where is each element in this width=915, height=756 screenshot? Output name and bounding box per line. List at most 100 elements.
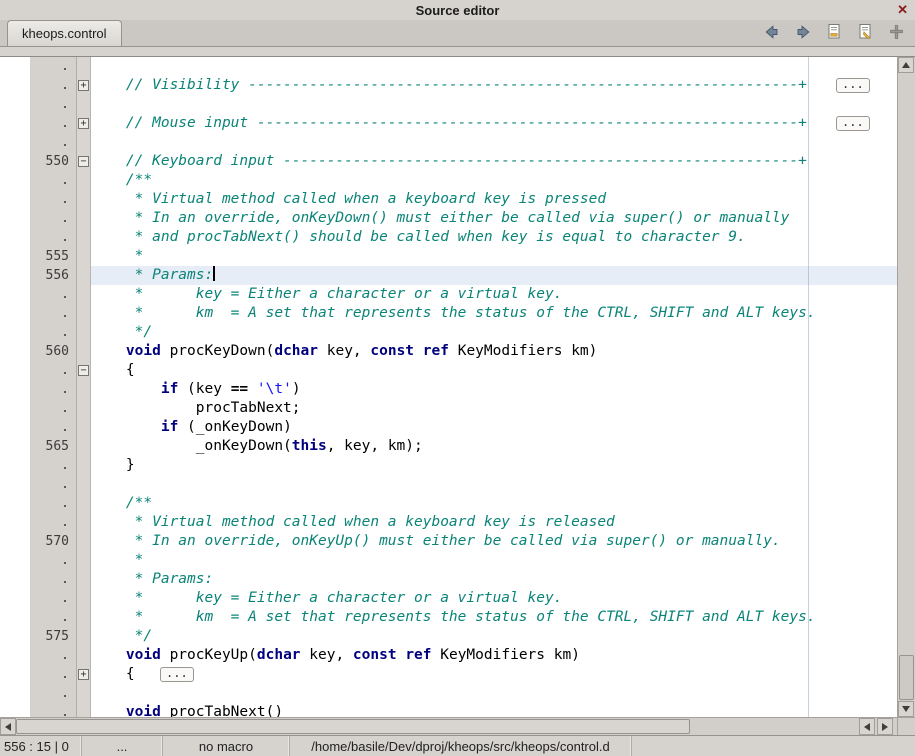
code-line-text[interactable]: * Virtual method called when a keyboard … bbox=[91, 190, 897, 209]
code-line-text[interactable]: * In an override, onKeyDown() must eithe… bbox=[91, 209, 897, 228]
horizontal-scrollbar-thumb[interactable] bbox=[16, 719, 690, 734]
code-line-text[interactable]: /** bbox=[91, 494, 897, 513]
horizontal-scrollbar[interactable] bbox=[0, 717, 897, 735]
document-button-1[interactable] bbox=[823, 23, 845, 45]
code-line[interactable]: . /** bbox=[0, 171, 897, 190]
code-line-text[interactable]: void procTabNext() bbox=[91, 703, 897, 717]
code-line[interactable]: .+ // Visibility -----------------------… bbox=[0, 76, 897, 95]
gutter-cell: . bbox=[0, 380, 76, 399]
scroll-down-button[interactable] bbox=[898, 701, 914, 717]
code-line[interactable]: . * Virtual method called when a keyboar… bbox=[0, 513, 897, 532]
code-line-text[interactable]: if (_onKeyDown) bbox=[91, 418, 897, 437]
code-line-text[interactable] bbox=[91, 133, 897, 152]
code-line[interactable]: . bbox=[0, 133, 897, 152]
code-line-text[interactable]: * bbox=[91, 247, 897, 266]
code-line[interactable]: 570 * In an override, onKeyUp() must eit… bbox=[0, 532, 897, 551]
code-line[interactable]: . * In an override, onKeyDown() must eit… bbox=[0, 209, 897, 228]
code-line[interactable]: . * and procTabNext() should be called w… bbox=[0, 228, 897, 247]
fold-ellipsis[interactable]: ... bbox=[836, 116, 870, 131]
code-line-text[interactable]: * Params: bbox=[91, 570, 897, 589]
code-line-text[interactable] bbox=[91, 475, 897, 494]
fold-column bbox=[76, 684, 91, 703]
fold-expand-icon[interactable]: + bbox=[78, 118, 89, 129]
code-line[interactable]: . void procKeyUp(dchar key, const ref Ke… bbox=[0, 646, 897, 665]
code-token bbox=[91, 647, 126, 663]
code-line[interactable]: . * key = Either a character or a virtua… bbox=[0, 285, 897, 304]
code-line[interactable]: 556 * Params: bbox=[0, 266, 897, 285]
code-line-text[interactable]: {... bbox=[91, 665, 897, 684]
code-line[interactable]: . bbox=[0, 684, 897, 703]
code-line-text[interactable]: procTabNext; bbox=[91, 399, 897, 418]
code-line-text[interactable]: // Visibility --------------------------… bbox=[91, 76, 897, 95]
document-button-2[interactable] bbox=[854, 23, 876, 45]
code-line[interactable]: . void procTabNext() bbox=[0, 703, 897, 717]
code-line-text[interactable]: * In an override, onKeyUp() must either … bbox=[91, 532, 897, 551]
code-line[interactable]: . if (key == '\t') bbox=[0, 380, 897, 399]
code-line-text[interactable]: _onKeyDown(this, key, km); bbox=[91, 437, 897, 456]
scroll-up-button[interactable] bbox=[898, 57, 914, 73]
code-line[interactable]: . * bbox=[0, 551, 897, 570]
scroll-left-button[interactable] bbox=[0, 718, 16, 735]
code-line-text[interactable]: { bbox=[91, 361, 897, 380]
code-line[interactable]: 575 */ bbox=[0, 627, 897, 646]
fold-ellipsis[interactable]: ... bbox=[160, 667, 194, 682]
tab-kheops-control[interactable]: kheops.control bbox=[7, 20, 122, 46]
code-line-text[interactable]: * and procTabNext() should be called whe… bbox=[91, 228, 897, 247]
fold-collapse-icon[interactable]: − bbox=[78, 156, 89, 167]
code-line-text[interactable]: */ bbox=[91, 323, 897, 342]
code-line-text[interactable]: * km = A set that represents the status … bbox=[91, 608, 897, 627]
code-line-text[interactable]: * km = A set that represents the status … bbox=[91, 304, 897, 323]
code-line-text[interactable] bbox=[91, 684, 897, 703]
code-line-text[interactable] bbox=[91, 57, 897, 76]
nav-back-button[interactable] bbox=[761, 23, 783, 45]
code-line-text[interactable]: // Keyboard input ----------------------… bbox=[91, 152, 897, 171]
code-line[interactable]: . bbox=[0, 95, 897, 114]
fold-expand-icon[interactable]: + bbox=[78, 669, 89, 680]
code-line-text[interactable]: * Virtual method called when a keyboard … bbox=[91, 513, 897, 532]
code-line[interactable]: . * Virtual method called when a keyboar… bbox=[0, 190, 897, 209]
code-line[interactable]: . */ bbox=[0, 323, 897, 342]
code-line-text[interactable] bbox=[91, 95, 897, 114]
code-line[interactable]: . * km = A set that represents the statu… bbox=[0, 304, 897, 323]
code-line[interactable]: .+ {... bbox=[0, 665, 897, 684]
code-line-text[interactable]: /** bbox=[91, 171, 897, 190]
fold-expand-icon[interactable]: + bbox=[78, 80, 89, 91]
fold-ellipsis[interactable]: ... bbox=[836, 78, 870, 93]
gutter-cell: . bbox=[0, 551, 76, 570]
vertical-scrollbar[interactable] bbox=[897, 57, 915, 717]
code-line[interactable]: . } bbox=[0, 456, 897, 475]
code-line[interactable]: . * km = A set that represents the statu… bbox=[0, 608, 897, 627]
code-line[interactable]: 560 void procKeyDown(dchar key, const re… bbox=[0, 342, 897, 361]
code-line-text[interactable]: // Mouse input -------------------------… bbox=[91, 114, 897, 133]
code-line[interactable]: .+ // Mouse input ----------------------… bbox=[0, 114, 897, 133]
code-line[interactable]: .− { bbox=[0, 361, 897, 380]
code-line-text[interactable]: * key = Either a character or a virtual … bbox=[91, 285, 897, 304]
fold-collapse-icon[interactable]: − bbox=[78, 365, 89, 376]
code-line[interactable]: 565 _onKeyDown(this, key, km); bbox=[0, 437, 897, 456]
vertical-scrollbar-thumb[interactable] bbox=[899, 655, 914, 700]
detach-button[interactable] bbox=[885, 23, 907, 45]
close-icon[interactable]: ✕ bbox=[897, 2, 908, 18]
scroll-right-button[interactable] bbox=[877, 718, 893, 735]
code-line[interactable]: . /** bbox=[0, 494, 897, 513]
code-line[interactable]: 555 * bbox=[0, 247, 897, 266]
code-line-text[interactable]: * bbox=[91, 551, 897, 570]
code-line[interactable]: . bbox=[0, 475, 897, 494]
code-line[interactable]: . bbox=[0, 57, 897, 76]
scroll-left-button-right-end[interactable] bbox=[859, 718, 875, 735]
code-line[interactable]: . if (_onKeyDown) bbox=[0, 418, 897, 437]
code-area[interactable]: ..+ // Visibility ----------------------… bbox=[0, 57, 897, 717]
code-line[interactable]: . * Params: bbox=[0, 570, 897, 589]
code-line-text[interactable]: * key = Either a character or a virtual … bbox=[91, 589, 897, 608]
code-line[interactable]: . procTabNext; bbox=[0, 399, 897, 418]
code-line-text[interactable]: } bbox=[91, 456, 897, 475]
nav-forward-button[interactable] bbox=[792, 23, 814, 45]
code-line-text[interactable]: if (key == '\t') bbox=[91, 380, 897, 399]
code-line-text[interactable]: void procKeyUp(dchar key, const ref KeyM… bbox=[91, 646, 897, 665]
code-line-text[interactable]: * Params: bbox=[91, 266, 897, 285]
fold-column bbox=[76, 190, 91, 209]
code-line-text[interactable]: void procKeyDown(dchar key, const ref Ke… bbox=[91, 342, 897, 361]
code-line[interactable]: . * key = Either a character or a virtua… bbox=[0, 589, 897, 608]
code-line-text[interactable]: */ bbox=[91, 627, 897, 646]
code-line[interactable]: 550− // Keyboard input -----------------… bbox=[0, 152, 897, 171]
